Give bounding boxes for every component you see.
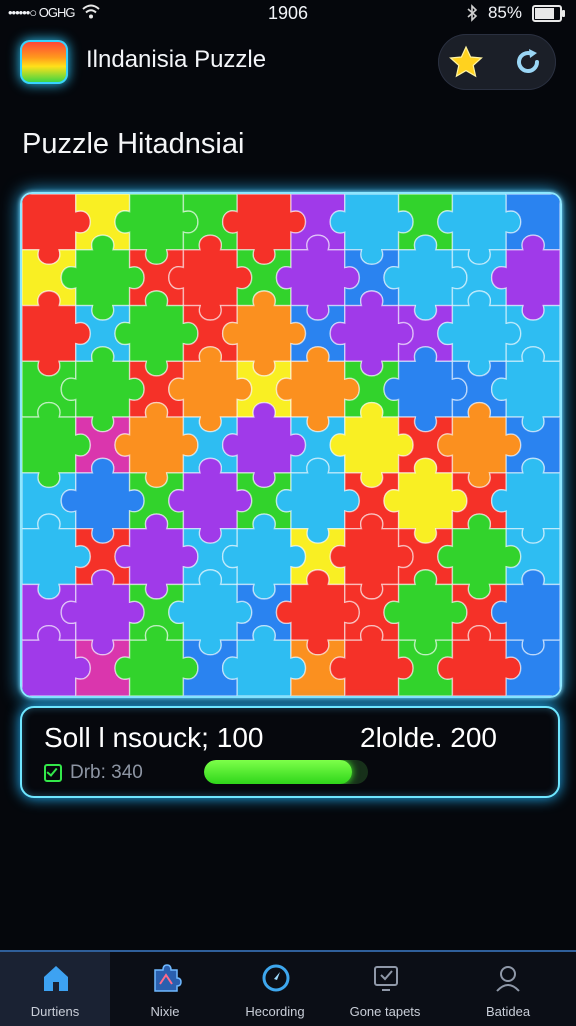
nav-item-batidea[interactable]: Batidea xyxy=(440,952,576,1026)
refresh-button[interactable] xyxy=(506,40,550,84)
nav-item-nixie[interactable]: Nixie xyxy=(110,952,220,1026)
nav-label-durtiens: Durtiens xyxy=(30,1004,80,1019)
progress-fill xyxy=(204,760,352,784)
nav-label-gone-tapets: Gone tapets xyxy=(349,1004,421,1019)
profile-icon xyxy=(496,966,520,992)
nav-label-nixie: Nixie xyxy=(150,1004,180,1019)
battery-fill xyxy=(535,7,554,19)
status-bar: ••••••○ OGHG 1906 85% xyxy=(0,0,576,28)
home-icon xyxy=(44,966,68,991)
goal-text: 2lolde. 200 xyxy=(360,722,498,753)
check-icon xyxy=(44,764,62,782)
puzzle-title: Puzzle Hitadnsiai xyxy=(22,128,245,160)
nav-item-hecording[interactable]: Hecording xyxy=(220,952,330,1026)
bottom-nav: Durtiens Nixie Hecording Gone tapets Bat… xyxy=(0,950,576,1026)
nav-label-batidea: Batidea xyxy=(485,1004,531,1019)
compass-icon xyxy=(262,964,290,992)
refresh-icon xyxy=(517,49,539,73)
nav-item-gone-tapets[interactable]: Gone tapets xyxy=(330,952,440,1026)
time-text: Drb: 340 xyxy=(70,762,143,783)
battery-percent: 85% xyxy=(487,3,522,22)
puzzle-grid[interactable] xyxy=(22,194,560,696)
header-actions xyxy=(438,34,556,90)
puzzle-board[interactable] xyxy=(20,192,562,698)
nav-label-hecording: Hecording xyxy=(245,1004,305,1019)
score-panel: Soll l nsouck; 100 2lolde. 200 Drb: 340 xyxy=(20,706,560,798)
favorite-button[interactable] xyxy=(444,40,488,84)
star-icon xyxy=(449,45,483,78)
screen-icon xyxy=(374,966,398,991)
bluetooth-icon xyxy=(467,4,478,22)
score-text: Soll l nsouck; 100 xyxy=(44,722,264,753)
board-sheen xyxy=(22,194,560,696)
nav-item-durtiens[interactable]: Durtiens xyxy=(0,952,110,1026)
battery-icon xyxy=(532,4,565,22)
app-header: Ilndanisia Puzzle xyxy=(0,30,576,94)
app-title: Ilndanisia Puzzle xyxy=(86,46,267,73)
time-row: Drb: 340 xyxy=(44,762,143,784)
app-logo[interactable] xyxy=(20,40,68,84)
progress-bar xyxy=(204,760,368,784)
status-right: 85% xyxy=(466,3,565,23)
puzzle-icon xyxy=(154,964,182,992)
